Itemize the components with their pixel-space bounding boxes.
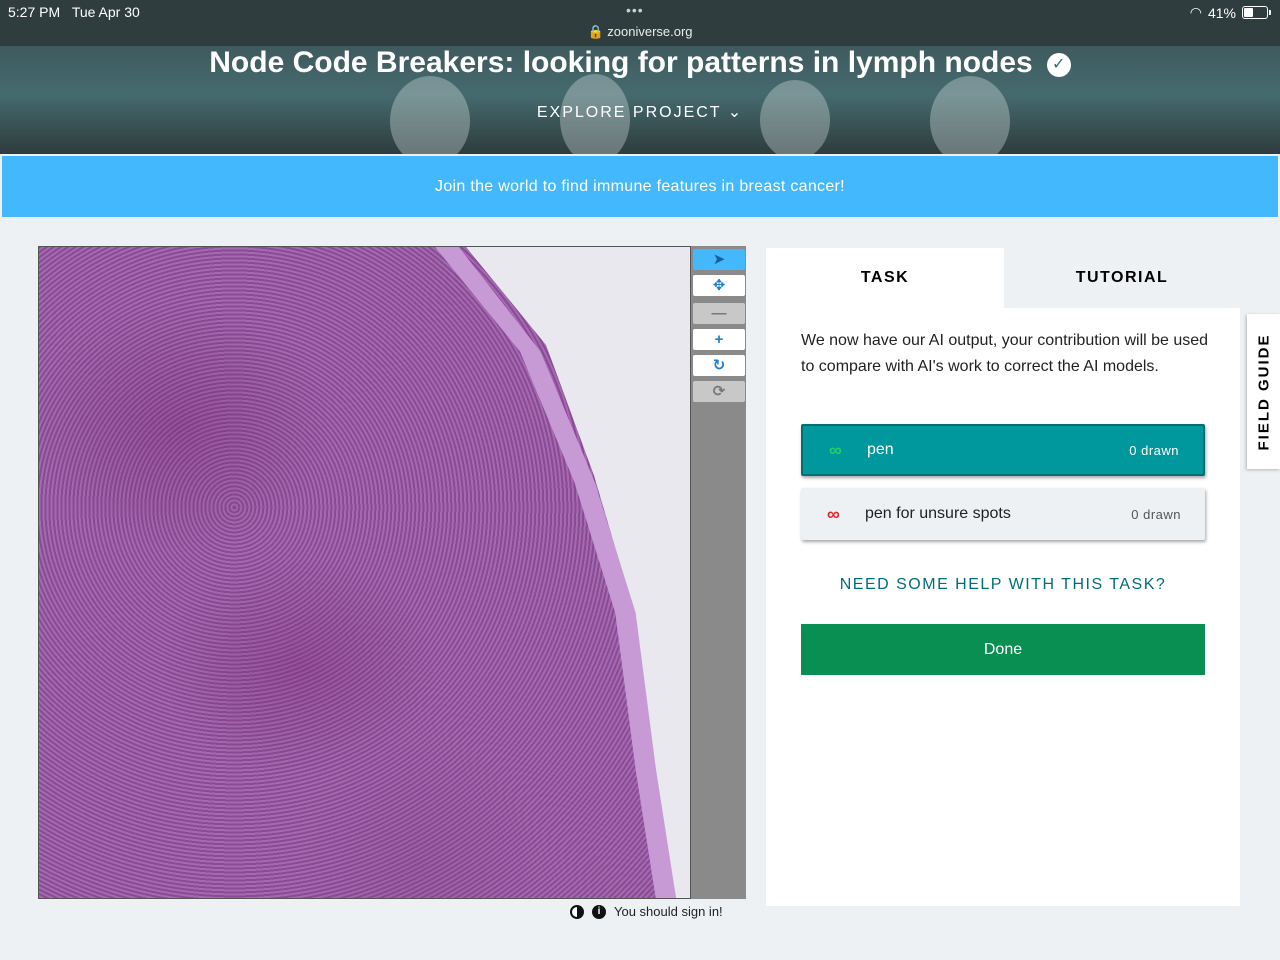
browser-menu-dots-icon[interactable]: •••: [626, 2, 644, 18]
task-instructions: We now have our AI output, your contribu…: [801, 332, 1209, 375]
explore-project-menu[interactable]: EXPLORE PROJECT ⌄: [0, 102, 1280, 122]
zoom-in-icon[interactable]: +: [693, 329, 745, 350]
tool-choice-pen[interactable]: ∞ pen 0 drawn: [801, 424, 1205, 476]
chevron-down-icon: ⌄: [727, 104, 744, 121]
invert-colors-icon[interactable]: [570, 904, 584, 919]
project-title-text: Node Code Breakers: looking for patterns…: [209, 46, 1033, 79]
tool-choice-pen-unsure[interactable]: ∞ pen for unsure spots 0 drawn: [801, 488, 1205, 540]
pen-icon: ∞: [829, 439, 842, 460]
tab-task[interactable]: TASK: [766, 248, 1004, 308]
zoom-out-icon[interactable]: —: [693, 303, 745, 324]
tool-choice-label: pen: [867, 441, 894, 458]
url-text: zooniverse.org: [607, 24, 693, 39]
image-toolbar: ➤ ✥ — + ↻ ⟳: [691, 246, 746, 899]
status-time: 5:27 PM Tue Apr 30: [8, 4, 140, 20]
project-header: Node Code Breakers: looking for patterns…: [0, 46, 1280, 154]
rotate-icon[interactable]: ↻: [693, 355, 745, 376]
verified-check-icon: ✓: [1046, 53, 1071, 77]
wifi-icon: ◠: [1189, 4, 1202, 20]
explore-project-label: EXPLORE PROJECT: [536, 104, 722, 121]
drawn-count: 0 drawn: [1129, 442, 1179, 458]
task-panel: TASK TUTORIAL We now have our AI output,…: [766, 248, 1240, 906]
battery-icon: [1242, 6, 1271, 19]
announcement-banner: Join the world to find immune features i…: [2, 156, 1278, 217]
tool-choice-label: pen for unsure spots: [865, 505, 1011, 522]
field-guide-tab[interactable]: FIELD GUIDE: [1247, 314, 1280, 469]
sign-in-notice: i You should sign in!: [570, 904, 723, 919]
lock-icon: 🔒: [587, 24, 604, 39]
subject-image[interactable]: [38, 246, 691, 899]
reset-icon[interactable]: ⟳: [693, 381, 745, 402]
project-title[interactable]: Node Code Breakers: looking for patterns…: [0, 46, 1280, 80]
metadata-info-icon[interactable]: i: [592, 904, 606, 919]
done-button[interactable]: Done: [801, 624, 1205, 675]
move-icon[interactable]: ✥: [693, 275, 745, 296]
status-right: ◠ 41%: [1189, 4, 1271, 21]
sign-in-text: You should sign in!: [614, 904, 723, 919]
field-guide-label: FIELD GUIDE: [1255, 332, 1272, 451]
task-help-link[interactable]: NEED SOME HELP WITH THIS TASK?: [801, 576, 1205, 594]
drawn-count: 0 drawn: [1131, 506, 1181, 522]
address-bar[interactable]: 🔒 zooniverse.org: [0, 24, 1280, 40]
pointer-icon[interactable]: ➤: [693, 249, 745, 270]
pen-unsure-icon: ∞: [827, 503, 840, 524]
battery-percent: 41%: [1207, 4, 1236, 21]
status-bar: 5:27 PM Tue Apr 30 ••• 🔒 zooniverse.org …: [0, 0, 1280, 46]
tab-tutorial[interactable]: TUTORIAL: [1004, 248, 1240, 308]
